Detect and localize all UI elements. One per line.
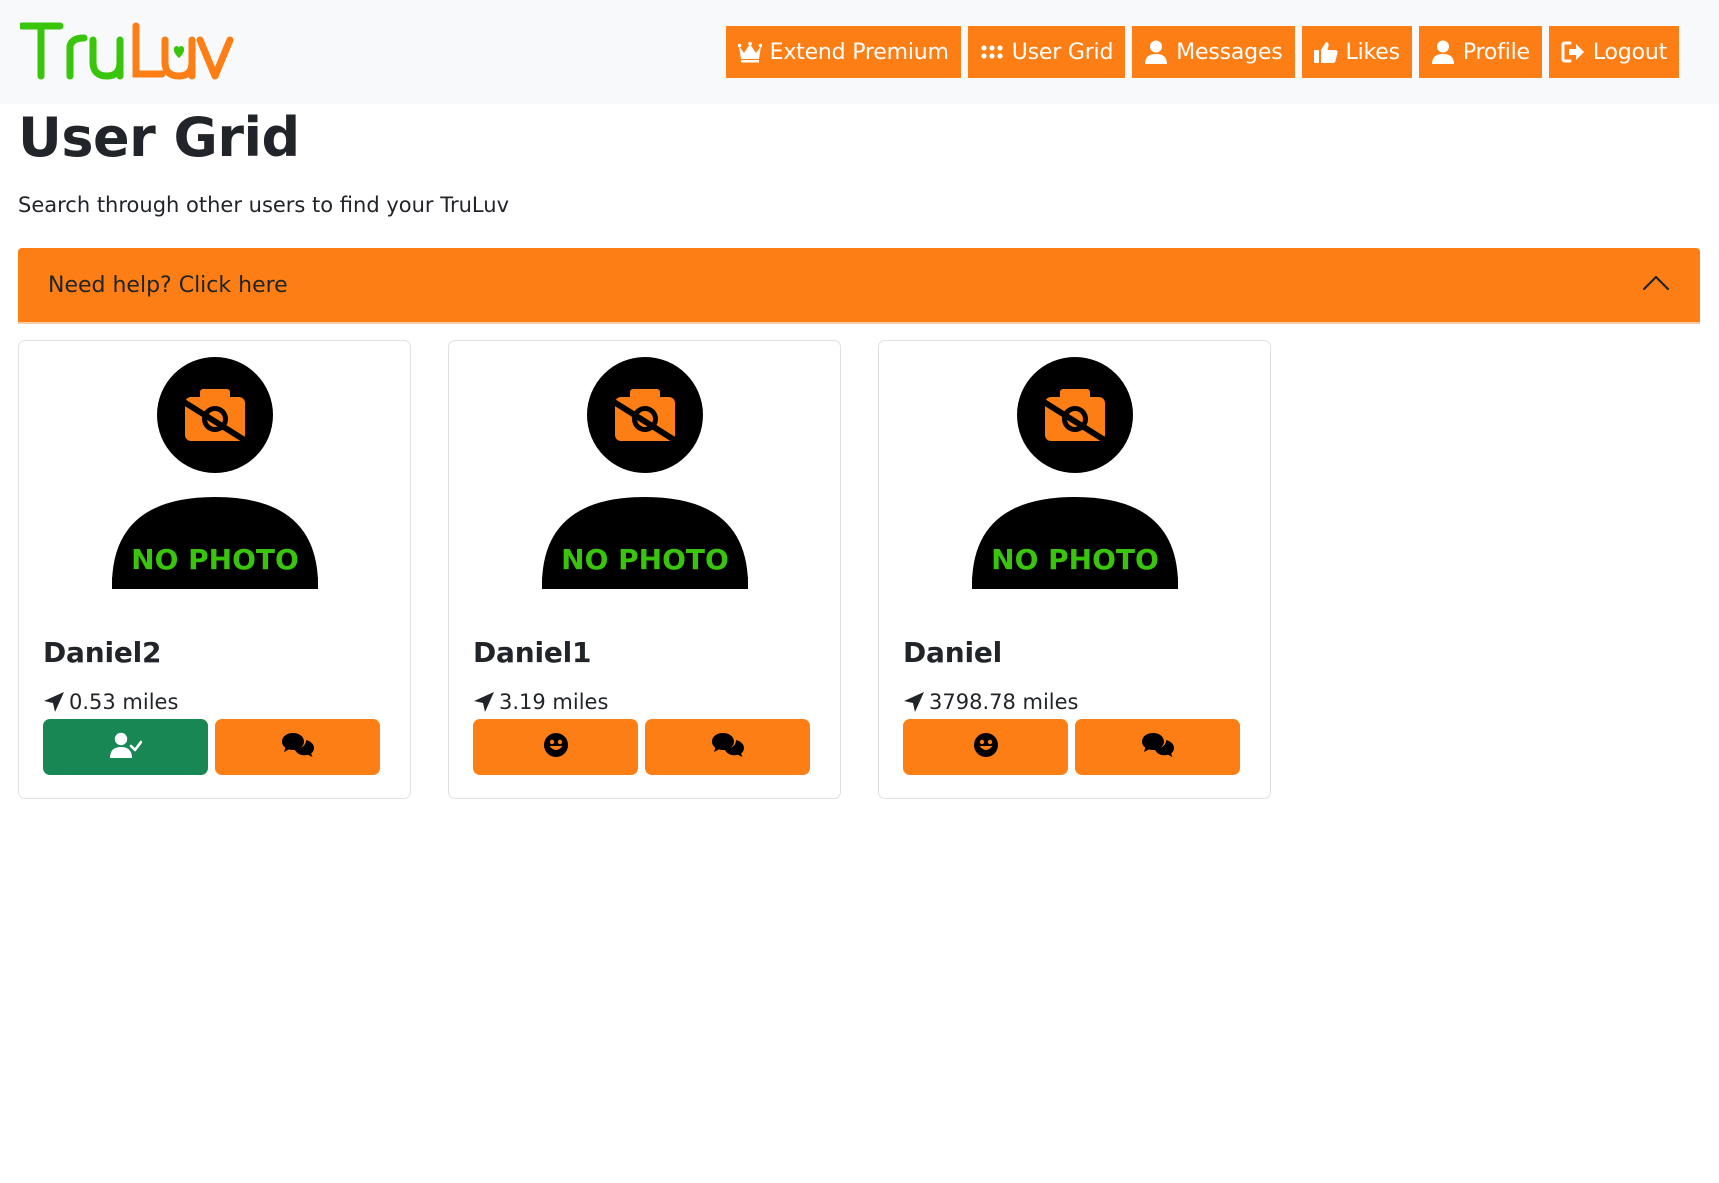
smile-icon (543, 732, 569, 762)
no-photo-avatar[interactable]: NO PHOTO (112, 357, 318, 589)
nav-user-grid-label: User Grid (1011, 39, 1114, 65)
no-photo-label: NO PHOTO (991, 543, 1159, 576)
user-name[interactable]: Daniel (903, 636, 1002, 669)
page-title: User Grid (18, 106, 300, 169)
user-distance: 3798.78 miles (903, 690, 1079, 714)
user-card[interactable]: NO PHOTO Daniel 3798.78 miles (878, 340, 1271, 799)
no-photo-avatar[interactable]: NO PHOTO (542, 357, 748, 589)
no-photo-avatar[interactable]: NO PHOTO (972, 357, 1178, 589)
like-button[interactable] (473, 719, 638, 775)
help-accordion-toggle[interactable]: Need help? Click here (18, 248, 1700, 324)
chat-icon (711, 732, 744, 762)
nav-extend-premium-label: Extend Premium (769, 39, 949, 65)
smile-icon (973, 732, 999, 762)
message-button[interactable] (215, 719, 380, 775)
nav-messages-label: Messages (1176, 39, 1283, 65)
nav-likes-label: Likes (1345, 39, 1401, 65)
nav-profile-button[interactable]: Profile (1418, 26, 1542, 78)
crown-icon (737, 40, 762, 64)
nav-user-grid-button[interactable]: User Grid (967, 26, 1126, 78)
nav-likes-button[interactable]: Likes (1301, 26, 1412, 78)
page-subtitle: Search through other users to find your … (18, 193, 509, 217)
chat-icon (1141, 732, 1174, 762)
location-arrow-icon (903, 691, 925, 713)
message-button[interactable] (645, 719, 810, 775)
grid-icon (980, 40, 1004, 64)
location-arrow-icon (43, 691, 65, 713)
navbar: Extend Premium User Grid Messages Likes … (0, 0, 1719, 104)
no-photo-label: NO PHOTO (131, 543, 299, 576)
nav-messages-button[interactable]: Messages (1132, 26, 1295, 78)
user-icon (1431, 40, 1455, 64)
location-arrow-icon (473, 691, 495, 713)
user-name[interactable]: Daniel2 (43, 636, 162, 669)
nav-logout-label: Logout (1592, 39, 1667, 65)
user-card-actions (43, 719, 380, 775)
chat-icon (281, 732, 314, 762)
thumbs-up-icon (1313, 40, 1338, 64)
nav-logout-button[interactable]: Logout (1548, 26, 1679, 78)
user-distance-value: 3.19 miles (499, 690, 609, 714)
user-distance-value: 3798.78 miles (929, 690, 1079, 714)
main-nav: Extend Premium User Grid Messages Likes … (725, 26, 1679, 78)
chevron-up-icon (1642, 275, 1670, 295)
message-button[interactable] (1075, 719, 1240, 775)
user-icon (1144, 40, 1168, 64)
no-photo-label: NO PHOTO (561, 543, 729, 576)
user-card-actions (473, 719, 810, 775)
like-button[interactable] (903, 719, 1068, 775)
user-card[interactable]: NO PHOTO Daniel1 3.19 miles (448, 340, 841, 799)
nav-profile-label: Profile (1462, 39, 1530, 65)
user-card[interactable]: NO PHOTO Daniel2 0.53 miles (18, 340, 411, 799)
logout-icon (1561, 40, 1585, 64)
user-distance: 0.53 miles (43, 690, 178, 714)
user-check-icon (109, 732, 142, 762)
user-name[interactable]: Daniel1 (473, 636, 592, 669)
help-accordion-label: Need help? Click here (48, 272, 288, 298)
nav-extend-premium-button[interactable]: Extend Premium (725, 26, 961, 78)
matched-button[interactable] (43, 719, 208, 775)
truluv-logo[interactable] (20, 18, 244, 84)
user-distance-value: 0.53 miles (69, 690, 179, 714)
user-card-actions (903, 719, 1240, 775)
user-distance: 3.19 miles (473, 690, 608, 714)
